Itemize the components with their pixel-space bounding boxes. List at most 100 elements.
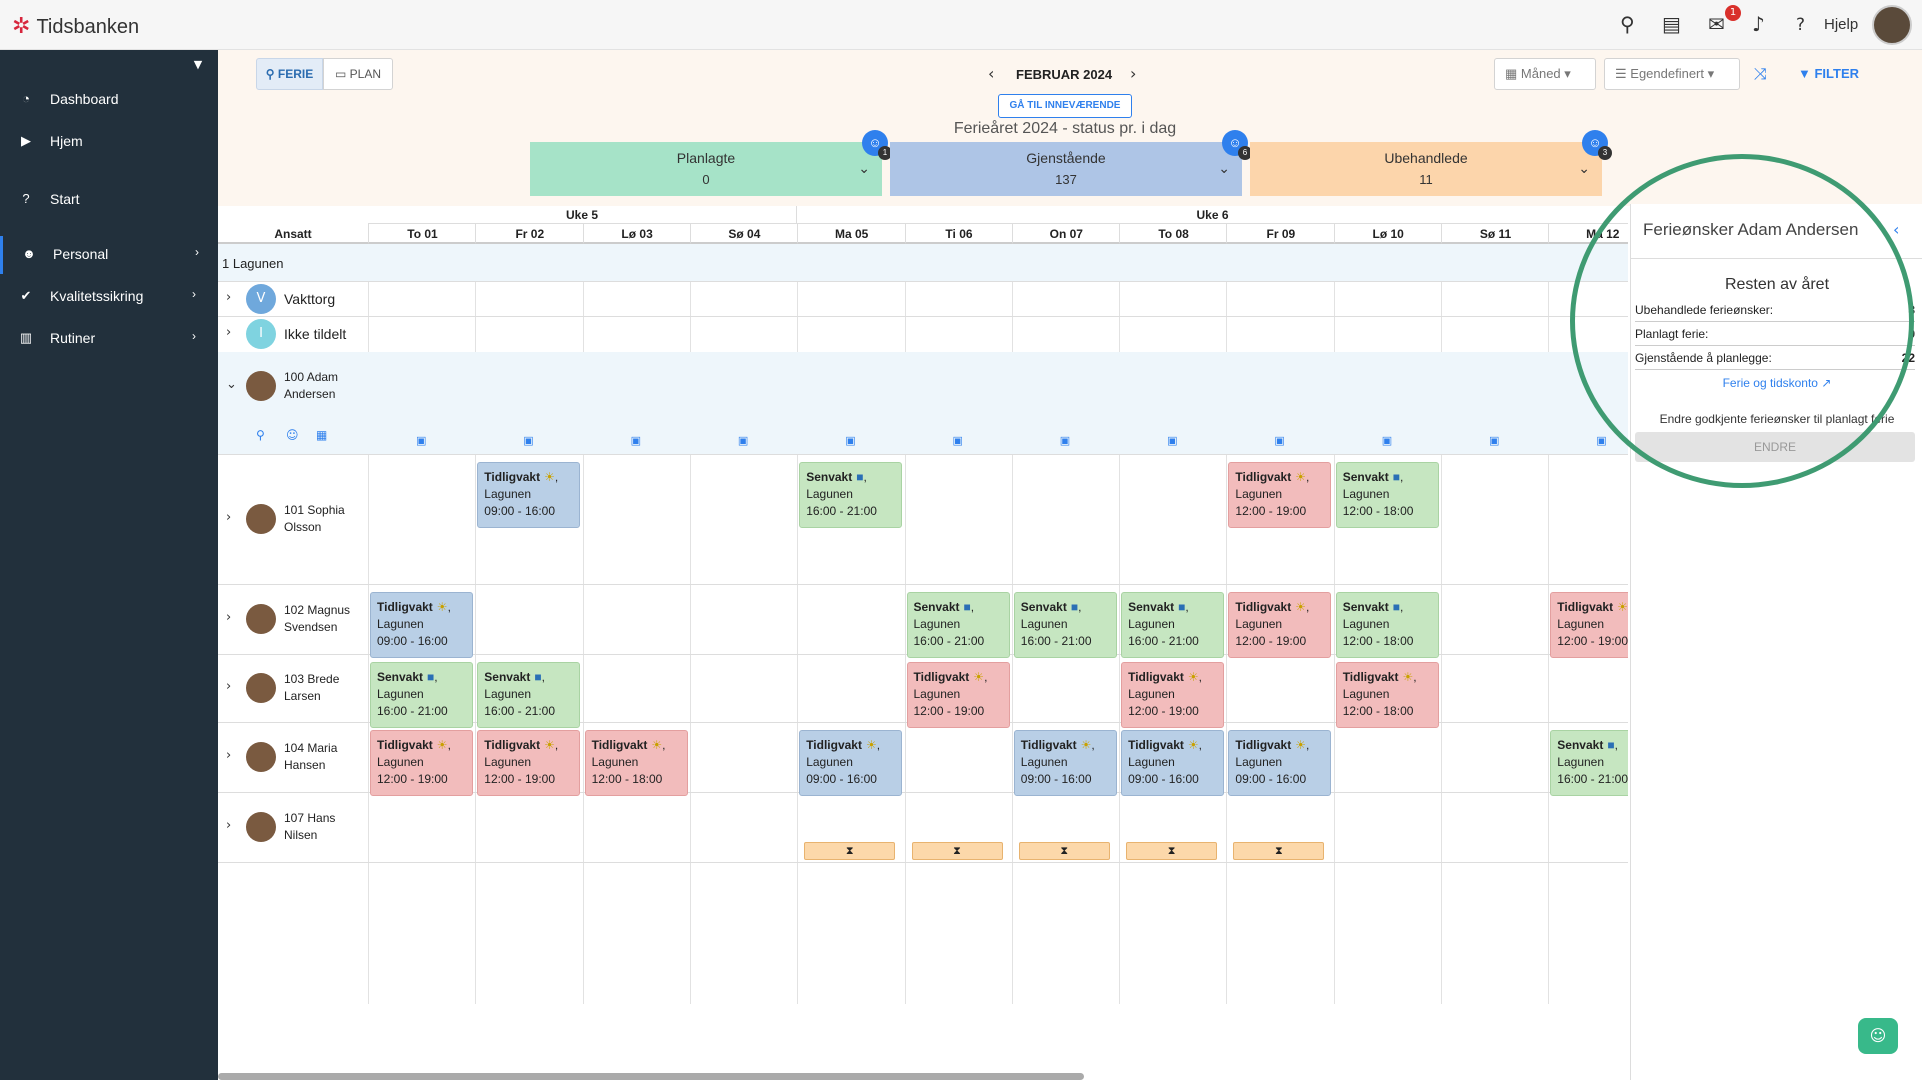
shift-time: 12:00 - 19:00 <box>484 772 556 786</box>
add-calendar-icon[interactable]: ▣ <box>416 434 426 447</box>
sidebar-item-kvalitetssikring[interactable]: ✔ Kvalitetssikring › <box>0 278 218 316</box>
shift-card[interactable]: Tidligvakt☀,Lagunen12:00 - 19:00 <box>1228 592 1332 658</box>
shift-card[interactable]: Tidligvakt☀,Lagunen12:00 - 19:00 <box>370 730 473 796</box>
shift-card[interactable]: Tidligvakt ☀, Lagunen 09:00 - 16:00 <box>799 730 903 796</box>
shift-card[interactable]: Tidligvakt ☀, Lagunen 12:00 - 18:00 <box>584 730 688 796</box>
caret-down-icon: ▾ <box>1707 66 1715 81</box>
chevron-right-icon[interactable]: › <box>226 510 231 525</box>
employee-row[interactable]: › 101 Sophia Olsson <box>218 454 368 584</box>
person-icon[interactable]: ☺ <box>286 428 299 442</box>
chevron-down-icon[interactable]: ⌄ <box>226 377 237 392</box>
add-calendar-icon[interactable]: ▣ <box>523 434 533 447</box>
sidebar-item-start[interactable]: ? Start <box>0 181 218 219</box>
employee-row[interactable]: › I Ikke tildelt <box>218 316 368 352</box>
logo[interactable]: ✲ Tidsbanken <box>12 13 139 39</box>
sidebar-item-dashboard[interactable]: ◔ Dashboard <box>0 81 218 119</box>
add-calendar-icon[interactable]: ▣ <box>1382 434 1392 447</box>
shift-card[interactable]: Tidligvakt☀,Lagunen12:00 - 19:00 <box>1228 462 1332 528</box>
sidebar-item-label: Personal <box>53 246 109 262</box>
view-select[interactable]: ▦ Måned ▾ <box>1494 58 1596 90</box>
shift-card[interactable]: Tidligvakt ☀, Lagunen 09:00 - 16:00 <box>1228 730 1332 796</box>
employee-row[interactable]: › V Vakttorg <box>218 282 368 316</box>
shift-card[interactable]: Senvakt ■, Lagunen 16:00 - 21:00 <box>477 662 581 728</box>
shift-card[interactable]: Senvakt ■, Lagunen 16:00 - 21:00 <box>370 662 473 728</box>
chevron-down-icon[interactable]: ⌄ <box>1578 160 1590 177</box>
shuffle-icon[interactable]: ⤨ <box>1754 64 1767 84</box>
add-calendar-icon[interactable]: ▣ <box>1489 434 1499 447</box>
hourglass-icon[interactable]: ⧗ <box>1233 842 1325 860</box>
add-calendar-icon[interactable]: ▣ <box>1167 434 1177 447</box>
user-avatar[interactable] <box>1872 5 1912 45</box>
go-to-current-button[interactable]: GÅ TIL INNEVÆRENDE <box>998 94 1132 118</box>
stat-card-gjenstaende[interactable]: Gjenstående 137 ⌄ ☺ 6 <box>890 130 1252 196</box>
chevron-right-icon[interactable]: › <box>226 818 231 833</box>
shift-place: Lagunen <box>1557 755 1605 769</box>
search-icon[interactable]: ⚲ <box>1620 12 1635 36</box>
shift-card[interactable]: Tidligvakt☀,Lagunen12:00 - 19:00 <box>1550 592 1628 658</box>
palm-icon[interactable]: ⚲ <box>256 428 265 442</box>
bag-icon: ■ <box>1178 600 1186 614</box>
sidebar-item-hjem[interactable]: ▶ Hjem <box>0 123 218 161</box>
shift-card[interactable]: Tidligvakt ☀, Lagunen 09:00 - 16:00 <box>1013 730 1117 796</box>
hourglass-icon[interactable]: ⧗ <box>911 842 1003 860</box>
ferie-toggle-button[interactable]: ⚲ FERIE <box>256 58 323 90</box>
pin-icon[interactable]: ▼ <box>190 58 206 74</box>
shift-card[interactable]: Tidligvakt☀,Lagunen12:00 - 19:00 <box>906 662 1010 728</box>
stat-card-planlagte[interactable]: Planlagte 0 ⌄ ☺ 1 <box>530 130 892 196</box>
employee-row[interactable]: › 103 Brede Larsen <box>218 654 368 722</box>
group-header[interactable]: 1 Lagunen <box>218 244 1628 282</box>
add-calendar-icon[interactable]: ▣ <box>1596 434 1606 447</box>
chat-icon[interactable]: ☺ <box>1858 1018 1898 1054</box>
shift-place: Lagunen <box>591 755 639 769</box>
shift-card[interactable]: Tidligvakt ☀, Lagunen 09:00 - 16:00 <box>477 462 581 528</box>
employee-row[interactable]: › 107 Hans Nilsen <box>218 792 368 862</box>
add-calendar-icon[interactable]: ▣ <box>1274 434 1284 447</box>
employee-row[interactable]: › 104 Maria Hansen <box>218 722 368 792</box>
store-icon[interactable]: ▤ <box>1662 12 1681 36</box>
add-calendar-icon[interactable]: ▣ <box>1060 434 1070 447</box>
shift-card[interactable]: Senvakt ■, Lagunen 16:00 - 21:00 <box>906 592 1010 658</box>
shift-card[interactable]: Senvakt ■, Lagunen 12:00 - 18:00 <box>1335 592 1439 658</box>
sidebar-item-rutiner[interactable]: ▥ Rutiner › <box>0 320 218 358</box>
shift-card[interactable]: Senvakt ■, Lagunen 16:00 - 21:00 <box>1013 592 1117 658</box>
shift-card[interactable]: Senvakt ■, Lagunen 12:00 - 18:00 <box>1335 462 1439 528</box>
shift-card[interactable]: Tidligvakt ☀, Lagunen 09:00 - 16:00 <box>370 592 473 658</box>
mail-icon[interactable]: ✉ <box>1708 12 1725 36</box>
shift-card[interactable]: Senvakt ■, Lagunen 16:00 - 21:00 <box>799 462 903 528</box>
shift-card[interactable]: Tidligvakt☀,Lagunen12:00 - 19:00 <box>477 730 581 796</box>
shift-card[interactable]: Senvakt ■, Lagunen 16:00 - 21:00 <box>1550 730 1628 796</box>
calendar-icon[interactable]: ▦ <box>316 428 327 442</box>
chevron-right-icon[interactable]: › <box>226 610 231 625</box>
hourglass-icon[interactable]: ⧗ <box>1018 842 1110 860</box>
horizontal-scrollbar[interactable] <box>218 1073 1084 1080</box>
chevron-left-icon[interactable]: ‹ <box>988 64 994 83</box>
add-calendar-icon[interactable]: ▣ <box>845 434 855 447</box>
check-icon: ✔ <box>20 288 32 303</box>
shift-card[interactable]: Senvakt ■, Lagunen 16:00 - 21:00 <box>1121 592 1225 658</box>
stat-card-ubehandlede[interactable]: Ubehandlede 11 ⌄ ☺ 3 <box>1250 130 1612 196</box>
chevron-right-icon[interactable]: › <box>226 679 231 694</box>
filter-button[interactable]: ▼ FILTER <box>1798 66 1859 81</box>
chevron-down-icon[interactable]: ⌄ <box>858 160 870 177</box>
chevron-right-icon[interactable]: › <box>226 290 231 305</box>
chevron-down-icon[interactable]: ⌄ <box>1218 160 1230 177</box>
custom-select[interactable]: ☰ Egendefinert ▾ <box>1604 58 1740 90</box>
close-icon[interactable]: ‹ <box>1893 220 1899 239</box>
sidebar-item-personal[interactable]: ☻ Personal › <box>0 236 218 274</box>
hourglass-icon[interactable]: ⧗ <box>804 842 896 860</box>
chevron-right-icon[interactable]: › <box>1130 64 1136 83</box>
help-icon[interactable]: ? <box>1796 15 1805 35</box>
shift-card[interactable]: Tidligvakt ☀, Lagunen 12:00 - 18:00 <box>1335 662 1439 728</box>
help-label[interactable]: Hjelp <box>1824 16 1858 33</box>
employee-row[interactable]: › 102 Magnus Svendsen <box>218 584 368 654</box>
add-calendar-icon[interactable]: ▣ <box>738 434 748 447</box>
bell-icon[interactable]: ♪ <box>1752 12 1765 36</box>
chevron-right-icon[interactable]: › <box>226 748 231 763</box>
hourglass-icon[interactable]: ⧗ <box>1126 842 1218 860</box>
shift-card[interactable]: Tidligvakt ☀, Lagunen 09:00 - 16:00 <box>1121 730 1225 796</box>
plan-toggle-button[interactable]: ▭ PLAN <box>323 58 393 90</box>
chevron-right-icon[interactable]: › <box>226 325 231 340</box>
add-calendar-icon[interactable]: ▣ <box>631 434 641 447</box>
add-calendar-icon[interactable]: ▣ <box>953 434 963 447</box>
shift-card[interactable]: Tidligvakt☀,Lagunen12:00 - 19:00 <box>1121 662 1225 728</box>
